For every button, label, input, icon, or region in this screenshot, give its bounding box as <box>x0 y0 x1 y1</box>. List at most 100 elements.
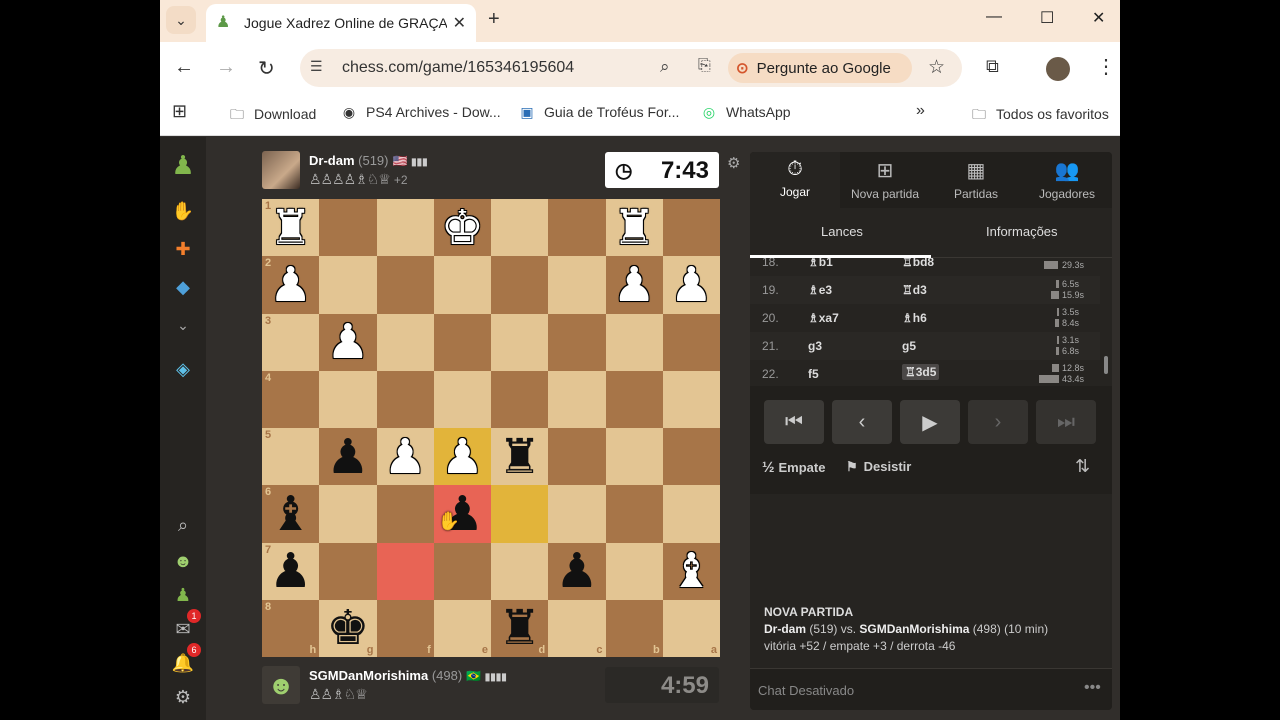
extensions-icon[interactable]: ⧉ <box>986 56 999 77</box>
black-move[interactable]: ♖d3 <box>902 283 927 297</box>
board-square[interactable]: c <box>548 599 606 657</box>
board-settings-icon[interactable]: ⚙ <box>727 154 740 172</box>
tab-nova-partida[interactable]: ⊞ Nova partida <box>840 152 930 208</box>
board-square[interactable]: b <box>605 599 663 657</box>
board-square[interactable] <box>662 370 720 428</box>
board-square[interactable] <box>376 199 434 257</box>
white-pawn[interactable]: ♟ <box>377 428 434 485</box>
board-square[interactable] <box>319 370 377 428</box>
maximize-button[interactable]: ☐ <box>1040 8 1054 28</box>
black-move[interactable]: ♖bd8 <box>902 258 934 269</box>
top-player-name[interactable]: Dr-dam (519) 🇺🇸 ▮▮▮ <box>309 153 428 168</box>
notifications-icon[interactable]: 🔔 6 <box>171 643 201 675</box>
black-king[interactable]: ♚ <box>319 600 376 657</box>
board-square[interactable] <box>376 313 434 371</box>
bookmark-whatsapp[interactable]: ◎ WhatsApp <box>700 104 791 121</box>
board-square[interactable] <box>491 256 549 314</box>
board-square[interactable] <box>433 370 491 428</box>
board-square[interactable] <box>319 542 377 600</box>
tab-search-button[interactable]: ⌄ <box>166 6 196 34</box>
last-move-button[interactable]: ⏭ <box>1036 400 1096 444</box>
board-square[interactable] <box>605 370 663 428</box>
board-square[interactable] <box>491 370 549 428</box>
board-square[interactable] <box>662 199 720 257</box>
all-bookmarks[interactable]: 🗀 Todos os favoritos <box>970 104 1109 128</box>
play-hand-icon[interactable]: ✋ <box>171 199 195 223</box>
bookmark-download[interactable]: 🗀 Download <box>228 104 316 128</box>
board-square[interactable] <box>491 199 549 257</box>
board-square[interactable]: a <box>662 599 720 657</box>
white-move[interactable]: g3 <box>808 339 822 353</box>
white-pawn[interactable]: ♟ <box>606 256 663 313</box>
forward-button[interactable]: → <box>216 56 236 79</box>
board-square[interactable]: e <box>433 599 491 657</box>
board-square[interactable] <box>548 313 606 371</box>
board-square[interactable] <box>662 428 720 486</box>
board-square[interactable] <box>319 485 377 543</box>
black-pawn[interactable]: ♟ <box>548 543 605 600</box>
messages-icon[interactable]: ✉ 1 <box>171 609 201 641</box>
black-rook[interactable]: ♜ <box>491 600 548 657</box>
board-square[interactable] <box>605 313 663 371</box>
minimize-button[interactable]: — <box>986 8 1002 26</box>
board-square[interactable] <box>662 313 720 371</box>
board-square[interactable] <box>319 256 377 314</box>
black-bishop[interactable]: ♝ <box>262 485 319 542</box>
black-player-link[interactable]: SGMDanMorishima <box>859 622 969 636</box>
tab-jogar[interactable]: ⏱ Jogar <box>750 152 840 208</box>
more-chevron-icon[interactable]: ⌄ <box>171 313 195 337</box>
new-tab-button[interactable]: + <box>488 8 500 31</box>
site-info-icon[interactable]: ☰ <box>310 58 323 75</box>
black-rook[interactable]: ♜ <box>491 428 548 485</box>
play-button[interactable]: ▶ <box>900 400 960 444</box>
board-square[interactable] <box>376 542 434 600</box>
bookmark-ps4[interactable]: ◉ PS4 Archives - Dow... <box>340 104 501 121</box>
zoom-icon[interactable]: ⌕ <box>660 57 670 77</box>
apps-icon[interactable]: ⊞ <box>172 101 187 122</box>
close-tab-icon[interactable]: ✕ <box>453 13 466 33</box>
close-window-button[interactable]: ✕ <box>1092 8 1105 28</box>
white-pawn[interactable]: ♟ <box>434 428 491 485</box>
next-move-button[interactable]: › <box>968 400 1028 444</box>
board-square[interactable] <box>491 485 549 543</box>
white-move[interactable]: ♗xa7 <box>808 311 839 325</box>
install-app-icon[interactable]: ⎘ <box>698 57 711 75</box>
white-pawn[interactable]: ♟ <box>663 256 720 313</box>
bottom-player-name[interactable]: SGMDanMorishima (498) 🇧🇷 ▮▮▮▮ <box>309 668 507 683</box>
board-square[interactable] <box>376 370 434 428</box>
board-square[interactable]: 5 <box>262 428 320 486</box>
puzzle-icon[interactable]: ✚ <box>171 237 195 261</box>
board-square[interactable] <box>433 313 491 371</box>
tab-partidas[interactable]: ▦ Partidas <box>931 152 1021 208</box>
board-square[interactable] <box>548 256 606 314</box>
white-rook[interactable]: ♜ <box>262 199 319 256</box>
reload-button[interactable]: ↻ <box>258 56 275 81</box>
board-square[interactable] <box>605 485 663 543</box>
black-move[interactable]: ♗h6 <box>902 311 927 325</box>
draw-button[interactable]: ½ Empate <box>762 459 825 476</box>
board-square[interactable]: f <box>376 599 434 657</box>
chess-board[interactable]: 1 2 3 4 5 6 7 8 h g f e d c b a ♜ ♚ ♜ ♟ ♟ ♟ ♟ ♟ ♟ ♟ ♜ ♝ ♟ ♟ ♟ ♝ ♚ ♜ ✋ <box>262 199 720 657</box>
top-player-avatar[interactable] <box>262 151 300 189</box>
white-rook[interactable]: ♜ <box>606 199 663 256</box>
white-move[interactable]: ♗e3 <box>808 283 832 297</box>
board-square[interactable] <box>548 199 606 257</box>
white-pawn[interactable]: ♟ <box>262 256 319 313</box>
profile-avatar[interactable] <box>1046 57 1070 81</box>
search-icon[interactable]: ⌕ <box>171 513 195 537</box>
chat-options-icon[interactable]: ••• <box>1084 679 1101 697</box>
board-square[interactable] <box>376 485 434 543</box>
tab-informacoes[interactable]: Informações <box>986 224 1058 239</box>
previous-move-button[interactable]: ‹ <box>832 400 892 444</box>
diamond-icon[interactable]: ◈ <box>171 357 195 381</box>
friends-icon[interactable]: ♟ <box>171 583 195 607</box>
bookmark-guia[interactable]: ▣ Guia de Troféus For... <box>518 104 679 121</box>
black-move[interactable]: g5 <box>902 339 916 353</box>
tab-lances[interactable]: Lances <box>821 224 863 239</box>
board-square[interactable] <box>662 485 720 543</box>
board-square[interactable]: 4 <box>262 370 320 428</box>
bottom-player-avatar[interactable]: ☻ <box>262 666 300 704</box>
white-pawn[interactable]: ♟ <box>319 314 376 371</box>
url-text[interactable]: chess.com/game/165346195604 <box>342 59 574 77</box>
board-square[interactable] <box>548 485 606 543</box>
